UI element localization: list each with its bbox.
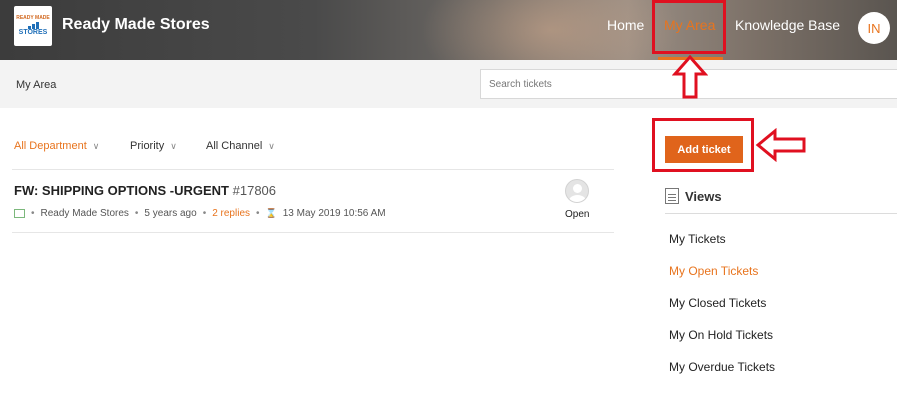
left-arrow-icon xyxy=(755,128,806,162)
ticket-replies-link[interactable]: 2 replies xyxy=(212,208,250,219)
ticket-due-date: 13 May 2019 10:56 AM xyxy=(282,208,386,219)
ticket-meta: • Ready Made Stores • 5 years ago • 2 re… xyxy=(14,208,386,219)
ticket-company: Ready Made Stores xyxy=(40,208,129,219)
annotation-box-add-ticket xyxy=(652,118,754,172)
views-title: Views xyxy=(685,188,722,204)
chevron-down-icon: ∨ xyxy=(92,141,100,151)
ticket-age: 5 years ago xyxy=(144,208,197,219)
separator-dot: • xyxy=(256,208,260,219)
divider xyxy=(12,232,614,233)
ticket-number: #17806 xyxy=(232,183,277,198)
view-my-overdue-tickets[interactable]: My Overdue Tickets xyxy=(669,360,775,374)
document-icon xyxy=(665,188,679,204)
filter-channel-label: All Channel xyxy=(206,140,263,152)
filter-priority-label: Priority xyxy=(130,140,165,152)
views-header: Views xyxy=(665,188,722,204)
view-my-open-tickets[interactable]: My Open Tickets xyxy=(669,264,758,278)
divider xyxy=(12,169,614,170)
logo-bars-icon xyxy=(27,22,39,29)
ticket-status: Open xyxy=(565,209,590,220)
store-logo[interactable]: READY MADE STORES xyxy=(14,6,52,46)
filter-channel[interactable]: All Channel ∨ xyxy=(206,140,275,152)
email-channel-icon xyxy=(14,209,25,218)
logo-text-bottom: STORES xyxy=(18,29,48,36)
ticket-title[interactable]: FW: SHIPPING OPTIONS -URGENT #17806 xyxy=(14,183,276,198)
view-my-closed-tickets[interactable]: My Closed Tickets xyxy=(669,296,766,310)
breadcrumb: My Area xyxy=(16,79,57,91)
nav-knowledge-base[interactable]: Knowledge Base xyxy=(735,17,840,33)
ticket-subject: FW: SHIPPING OPTIONS -URGENT xyxy=(14,183,229,198)
up-arrow-icon xyxy=(672,54,708,99)
user-avatar[interactable]: IN xyxy=(858,12,890,44)
logo-text-top: READY MADE xyxy=(16,15,50,21)
filter-department-label: All Department xyxy=(14,140,87,152)
hourglass-icon: ⌛ xyxy=(265,208,277,218)
divider xyxy=(665,213,897,214)
view-my-tickets[interactable]: My Tickets xyxy=(669,232,726,246)
assignee-avatar-icon xyxy=(565,179,589,203)
nav-home[interactable]: Home xyxy=(607,17,644,33)
top-header: READY MADE STORES Ready Made Stores Home… xyxy=(0,0,897,60)
view-my-on-hold-tickets[interactable]: My On Hold Tickets xyxy=(669,328,773,342)
chevron-down-icon: ∨ xyxy=(268,141,275,151)
separator-dot: • xyxy=(202,208,207,219)
filter-department[interactable]: All Department ∨ xyxy=(14,140,99,152)
separator-dot: • xyxy=(31,208,35,219)
annotation-box-my-area xyxy=(652,0,726,54)
filter-priority[interactable]: Priority ∨ xyxy=(130,140,177,152)
brand-name[interactable]: Ready Made Stores xyxy=(62,16,210,34)
separator-dot: • xyxy=(134,208,139,219)
chevron-down-icon: ∨ xyxy=(170,141,177,151)
